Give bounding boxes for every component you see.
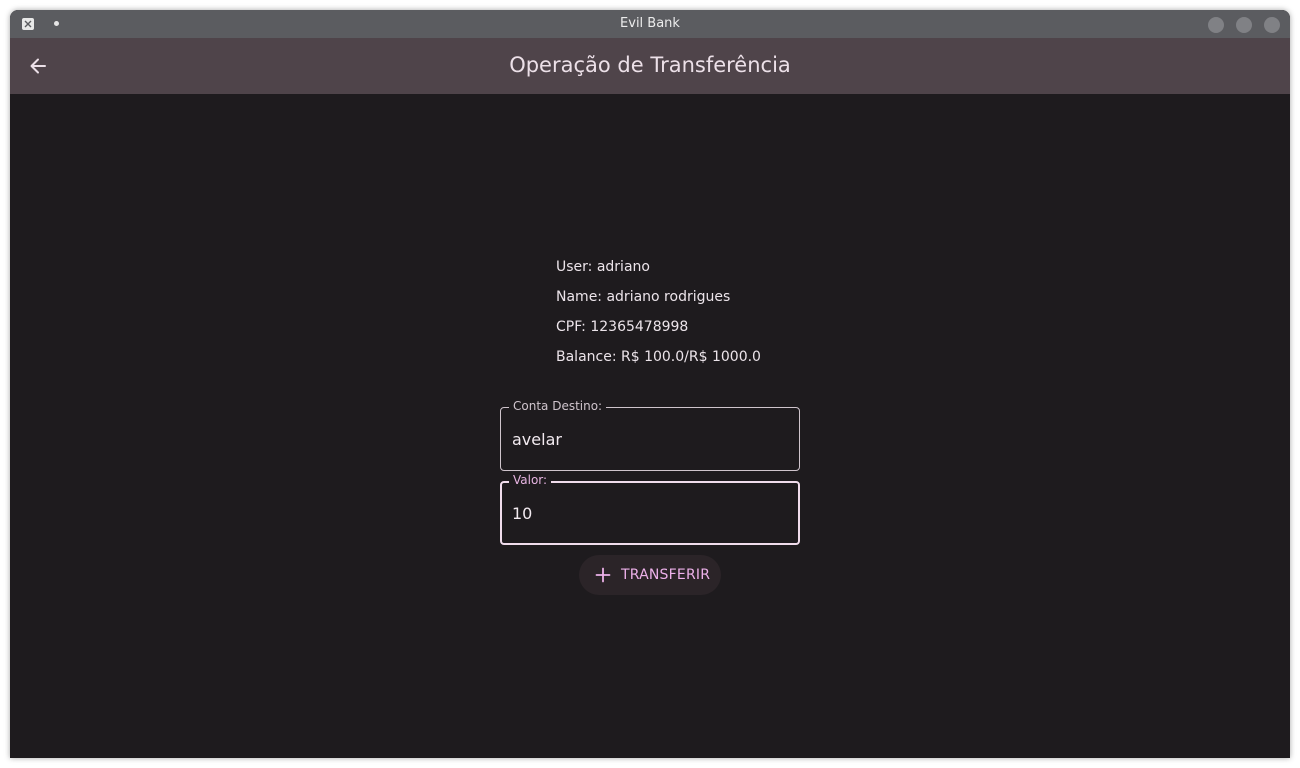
user-line: User: adriano [556,259,650,275]
transfer-button[interactable]: TRANSFERIR [579,555,721,595]
app-bar: Operação de Transferência [10,38,1290,94]
valor-field[interactable]: Valor: [500,473,800,545]
main-content: User: adriano Name: adriano rodrigues CP… [10,94,1290,758]
cpf-line: CPF: 12365478998 [556,319,689,335]
window-title: Evil Bank [620,16,680,31]
conta-destino-input[interactable] [512,430,782,449]
conta-destino-field[interactable]: Conta Destino: [500,399,800,471]
maximize-button[interactable] [1236,17,1252,33]
conta-destino-label: Conta Destino: [509,399,607,413]
close-button[interactable] [1264,17,1280,33]
plus-icon [595,567,611,583]
name-line: Name: adriano rodrigues [556,289,731,305]
app-window: Evil Bank Operação de Transferência User… [10,10,1290,758]
transfer-button-label: TRANSFERIR [621,567,711,583]
valor-label: Valor: [509,473,552,487]
user-info: User: adriano Name: adriano rodrigues CP… [556,258,761,378]
valor-input[interactable] [512,504,782,523]
balance-line: Balance: R$ 100.0/R$ 1000.0 [556,349,761,365]
page-title: Operação de Transferência [509,53,791,77]
window-titlebar[interactable]: Evil Bank [10,10,1290,38]
minimize-button[interactable] [1208,17,1224,33]
